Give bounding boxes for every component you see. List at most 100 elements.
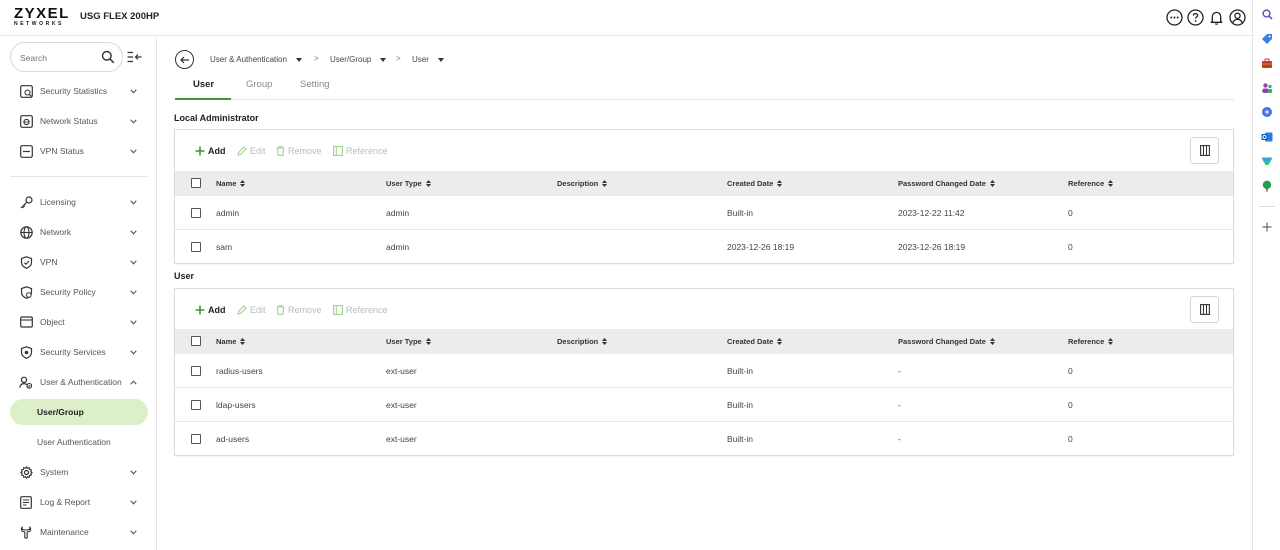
table-row[interactable]: ldap-users ext-user Built-in - 0 [175,388,1233,422]
sidebar-item-object[interactable]: Object [10,309,148,335]
plus-icon [195,146,205,156]
sidebar-item-security-policy[interactable]: Security Policy [10,279,148,305]
column-header-password-changed-date[interactable]: Password Changed Date [898,337,995,346]
breadcrumb-user-group[interactable]: User/Group [330,55,387,64]
tab-group[interactable]: Group [246,79,272,90]
sidebar-search-box[interactable] [10,42,123,72]
sidebar-subitem-user-group[interactable]: User/Group [10,399,148,425]
sidebar-item-log-report[interactable]: Log & Report [10,489,148,515]
back-button[interactable] [175,50,194,69]
edit-button[interactable]: Edit [237,305,266,315]
column-header-user-type[interactable]: User Type [386,179,431,188]
collapse-sidebar-icon[interactable] [127,51,143,65]
row-checkbox[interactable] [191,434,201,444]
remove-label: Remove [288,146,322,156]
search-input[interactable] [20,51,98,64]
cell-password-changed-date: 2023-12-26 18:19 [898,242,966,252]
column-settings-button[interactable] [1190,296,1219,323]
cell-name: ldap-users [216,400,256,410]
row-checkbox[interactable] [191,208,201,218]
remove-button[interactable]: Remove [276,146,322,156]
rail-copilot-icon[interactable] [1253,100,1280,125]
sidebar-item-security-services[interactable]: Security Services [10,339,148,365]
rail-drive-icon[interactable] [1253,149,1280,174]
sidebar-item-vpn-status[interactable]: VPN Status [10,138,148,164]
sort-icon [777,338,783,345]
rail-briefcase-icon[interactable] [1253,51,1280,76]
object-icon [18,314,34,330]
column-header-user-type[interactable]: User Type [386,337,431,346]
column-header-reference[interactable]: Reference [1068,337,1114,346]
sort-icon [425,338,431,345]
select-all-checkbox[interactable] [191,336,201,346]
sidebar-item-system[interactable]: System [10,459,148,485]
add-label: Add [208,305,226,315]
help-icon[interactable] [1186,8,1204,26]
rail-add-icon[interactable] [1253,215,1280,240]
row-checkbox[interactable] [191,242,201,252]
sidebar-item-label: Security Services [40,347,106,357]
trash-icon [276,305,285,315]
column-header-password-changed-date[interactable]: Password Changed Date [898,179,995,188]
more-options-icon[interactable] [1165,8,1183,26]
table-row[interactable]: admin admin Built-in 2023-12-22 11:42 0 [175,196,1233,230]
users-icon [18,374,34,390]
reference-icon [333,305,343,315]
sidebar-item-security-statistics[interactable]: Security Statistics [10,78,148,104]
caret-down-icon [380,55,387,64]
table-row[interactable]: ad-users ext-user Built-in - 0 [175,422,1233,456]
cell-user-type: ext-user [386,400,417,410]
rail-tag-icon[interactable] [1253,27,1280,52]
chevron-down-icon [128,319,138,325]
sidebar-item-maintenance[interactable]: Maintenance [10,519,148,545]
row-checkbox[interactable] [191,400,201,410]
row-checkbox[interactable] [191,366,201,376]
rail-people-icon[interactable] [1253,76,1280,101]
sidebar-item-network[interactable]: Network [10,219,148,245]
search-icon[interactable] [101,50,115,66]
tab-setting[interactable]: Setting [300,79,330,90]
edit-label: Edit [250,305,266,315]
breadcrumb-user[interactable]: User [412,55,444,64]
sidebar-item-vpn[interactable]: VPN [10,249,148,275]
sidebar-item-label: VPN Status [40,146,84,156]
edit-button[interactable]: Edit [237,146,266,156]
column-settings-button[interactable] [1190,137,1219,164]
cell-user-type: admin [386,208,410,218]
cell-reference: 0 [1068,434,1073,444]
column-header-created-date[interactable]: Created Date [727,179,783,188]
account-icon[interactable] [1228,8,1246,26]
bell-icon[interactable] [1207,8,1225,26]
table-row[interactable]: sam admin 2023-12-26 18:19 2023-12-26 18… [175,230,1233,264]
column-header-reference[interactable]: Reference [1068,179,1114,188]
breadcrumb-label: User [412,55,429,64]
breadcrumb-user-authentication[interactable]: User & Authentication [210,55,302,64]
remove-label: Remove [288,305,322,315]
zyxel-logo[interactable]: ZYXEL NETWORKS [14,6,76,28]
column-header-name[interactable]: Name [216,337,246,346]
sidebar-item-licensing[interactable]: Licensing [10,189,148,215]
rail-search-icon[interactable] [1253,2,1280,27]
rail-tree-icon[interactable] [1253,174,1280,199]
sidebar-subitem-user-authentication[interactable]: User Authentication [10,429,148,455]
column-header-created-date[interactable]: Created Date [727,337,783,346]
cell-name: sam [216,242,233,252]
breadcrumb-separator: > [314,54,319,63]
rail-outlook-icon[interactable] [1253,125,1280,150]
caret-down-icon [437,55,444,64]
cell-created-date: Built-in [727,434,753,444]
local-admin-panel: Add Edit Remove Reference Name User Type… [174,129,1234,264]
column-header-name[interactable]: Name [216,179,246,188]
sidebar-item-user-authentication[interactable]: User & Authentication [10,369,148,395]
remove-button[interactable]: Remove [276,305,322,315]
reference-button[interactable]: Reference [333,146,388,156]
sidebar-item-network-status[interactable]: Network Status [10,108,148,134]
column-header-description[interactable]: Description [557,179,608,188]
tab-user[interactable]: User [193,79,214,90]
add-button[interactable]: Add [195,305,226,315]
column-header-description[interactable]: Description [557,337,608,346]
reference-button[interactable]: Reference [333,305,388,315]
table-row[interactable]: radius-users ext-user Built-in - 0 [175,354,1233,388]
add-button[interactable]: Add [195,146,226,156]
select-all-checkbox[interactable] [191,178,201,188]
